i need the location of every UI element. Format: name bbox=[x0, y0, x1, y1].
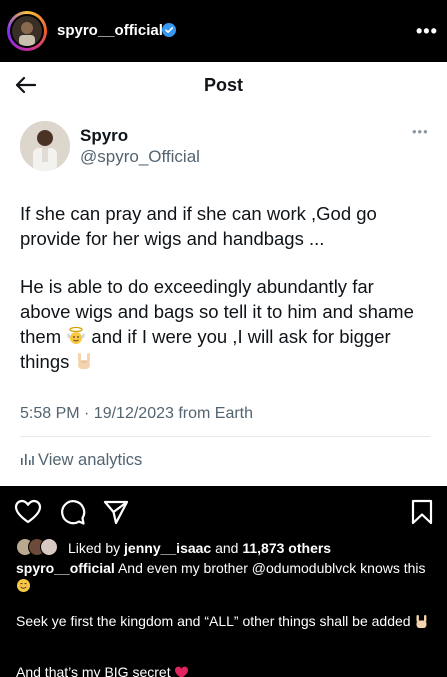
rock-on-hand-emoji-icon bbox=[416, 615, 427, 628]
tweet-card: Post Spyro @spyro_Official ••• If she ca… bbox=[0, 62, 447, 486]
more-options-icon[interactable]: ••• bbox=[416, 21, 438, 42]
bookmark-icon[interactable] bbox=[408, 498, 436, 526]
likes-count[interactable]: 11,873 others bbox=[242, 540, 331, 556]
tweet-more-icon[interactable]: ••• bbox=[412, 124, 429, 139]
tweet-author-handle[interactable]: @spyro_Official bbox=[80, 147, 200, 167]
red-heart-emoji-icon bbox=[175, 666, 189, 677]
likes-prefix: Liked by bbox=[68, 540, 125, 556]
tweet-author-name[interactable]: Spyro bbox=[80, 126, 128, 146]
tweet-author-avatar[interactable] bbox=[20, 121, 70, 171]
likes-middle: and bbox=[211, 540, 243, 556]
analytics-icon bbox=[21, 454, 34, 465]
action-bar bbox=[0, 486, 447, 538]
rock-on-hand-emoji-icon bbox=[77, 353, 90, 369]
comment-icon[interactable] bbox=[58, 498, 86, 526]
tweet-paragraph-2: He is able to do exceedingly abundantly … bbox=[20, 274, 425, 374]
tweet-page-title: Post bbox=[203, 75, 243, 95]
liked-by-user[interactable]: jenny__isaac bbox=[124, 540, 211, 556]
tweet-paragraph-1: If she can pray and if she can work ,God… bbox=[20, 203, 377, 249]
angel-face-emoji-icon bbox=[67, 326, 86, 344]
caption-username[interactable]: spyro__official bbox=[16, 560, 115, 576]
caption-line-1: And even my brother @odumodublvck knows … bbox=[114, 560, 426, 576]
smiling-face-emoji-icon bbox=[17, 579, 30, 592]
tweet-timestamp: 5:58 PM · 19/12/2023 from Earth bbox=[20, 405, 254, 422]
send-icon[interactable] bbox=[102, 498, 130, 526]
heart-icon[interactable] bbox=[14, 498, 42, 526]
view-analytics-link[interactable]: View analytics bbox=[20, 451, 142, 470]
caption-line-2: Seek ye first the kingdom and “ALL” othe… bbox=[16, 613, 415, 629]
caption: spyro__official And even my brother @odu… bbox=[16, 560, 431, 594]
caption-line-3: And that’s my BIG secret bbox=[16, 664, 175, 677]
likes-text: Liked by jenny__isaac and 11,873 others bbox=[68, 540, 331, 556]
liker-avatars bbox=[16, 538, 68, 556]
divider bbox=[20, 436, 430, 437]
caption-paragraph-2: Seek ye first the kingdom and “ALL” othe… bbox=[16, 613, 431, 630]
avatar[interactable] bbox=[10, 14, 44, 48]
caption-paragraph-3: And that’s my BIG secret bbox=[16, 664, 431, 677]
verified-badge-icon bbox=[162, 23, 176, 37]
story-ring[interactable] bbox=[7, 11, 47, 51]
username[interactable]: spyro__official bbox=[57, 22, 163, 39]
liker-avatar bbox=[40, 538, 58, 556]
post-header: spyro__official ••• bbox=[0, 0, 447, 62]
view-analytics-label: View analytics bbox=[38, 451, 143, 469]
